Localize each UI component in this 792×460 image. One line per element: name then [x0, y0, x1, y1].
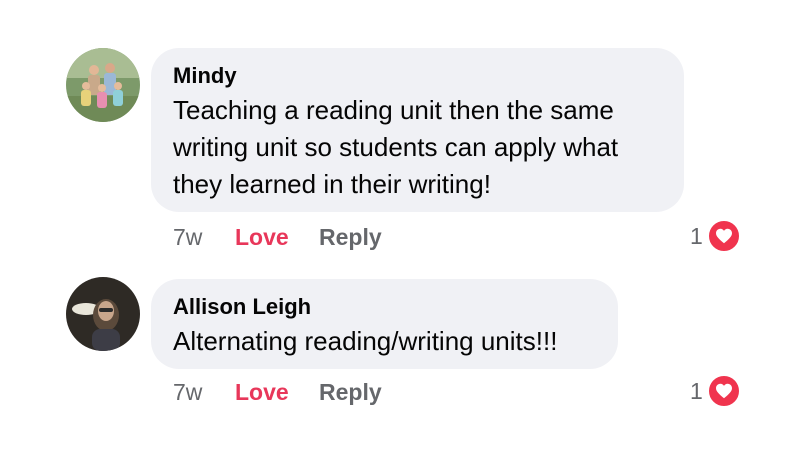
- comment-text: Alternating reading/writing units!!!: [173, 326, 558, 356]
- love-button[interactable]: Love: [235, 379, 319, 406]
- comment-actions: 7w Love Reply: [173, 377, 382, 407]
- person-photo-avatar: [66, 277, 140, 351]
- reaction-summary[interactable]: 1: [690, 374, 741, 408]
- love-button[interactable]: Love: [235, 224, 319, 251]
- reaction-count: 1: [690, 222, 703, 249]
- family-photo-avatar: [66, 48, 140, 122]
- comment-bubble: Mindy Teaching a reading unit then the s…: [151, 48, 684, 212]
- comment-author[interactable]: Allison Leigh: [173, 293, 596, 321]
- reply-button[interactable]: Reply: [319, 224, 382, 251]
- comment-author[interactable]: Mindy: [173, 62, 662, 90]
- reaction-count: 1: [690, 377, 703, 404]
- reaction-summary[interactable]: 1: [690, 219, 741, 253]
- comment-bubble: Allison Leigh Alternating reading/writin…: [151, 279, 618, 369]
- avatar[interactable]: [66, 277, 140, 351]
- comment-actions: 7w Love Reply: [173, 222, 382, 252]
- reply-button[interactable]: Reply: [319, 379, 382, 406]
- heart-icon: [706, 374, 741, 408]
- comment-timestamp[interactable]: 7w: [173, 379, 235, 406]
- heart-icon: [706, 219, 741, 253]
- comment-timestamp[interactable]: 7w: [173, 224, 235, 251]
- avatar[interactable]: [66, 48, 140, 122]
- comment-text: Teaching a reading unit then the same wr…: [173, 95, 619, 199]
